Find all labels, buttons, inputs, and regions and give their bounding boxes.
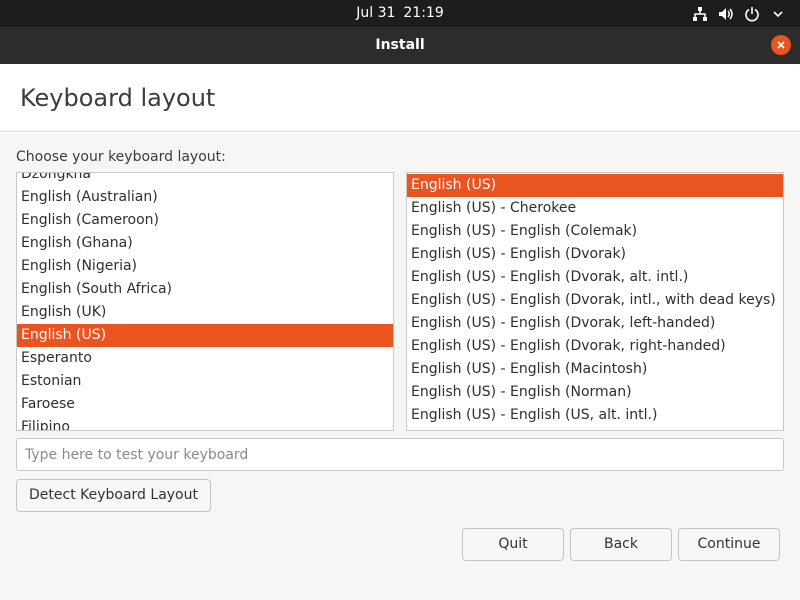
- volume-icon[interactable]: [718, 6, 734, 22]
- list-item[interactable]: English (US) - English (Dvorak, intl., w…: [407, 289, 783, 312]
- close-button[interactable]: [771, 35, 791, 55]
- layout-list[interactable]: Dzongkha English (Australian) English (Cam…: [16, 172, 394, 431]
- chevron-down-icon[interactable]: [770, 6, 786, 22]
- list-item[interactable]: Estonian: [17, 370, 393, 393]
- page-title: Keyboard layout: [20, 84, 216, 112]
- keyboard-test-input[interactable]: [16, 438, 784, 471]
- list-item[interactable]: English (US) - Cherokee: [407, 197, 783, 220]
- list-item[interactable]: English (US) - English (Dvorak, right-ha…: [407, 335, 783, 358]
- continue-button[interactable]: Continue: [678, 528, 780, 561]
- variant-list[interactable]: English (US) English (US) - Cherokee Engli…: [406, 172, 784, 431]
- power-icon[interactable]: [744, 6, 760, 22]
- system-tray[interactable]: [682, 0, 786, 27]
- list-item[interactable]: English (US) - English (Macintosh): [407, 358, 783, 381]
- layout-list-items: Dzongkha English (Australian) English (Cam…: [17, 173, 393, 430]
- variant-list-items: English (US) English (US) - Cherokee Engli…: [407, 174, 783, 427]
- list-item[interactable]: Esperanto: [17, 347, 393, 370]
- quit-button[interactable]: Quit: [462, 528, 564, 561]
- clock-date: Jul 31: [356, 5, 396, 21]
- choose-layout-label: Choose your keyboard layout:: [16, 149, 226, 165]
- network-icon[interactable]: [692, 6, 708, 22]
- list-item[interactable]: English (Nigeria): [17, 255, 393, 278]
- clock-time: 21:19: [403, 5, 444, 21]
- list-item[interactable]: English (Ghana): [17, 232, 393, 255]
- list-item[interactable]: English (US) - English (Dvorak, left-han…: [407, 312, 783, 335]
- list-item[interactable]: English (US) - English (Norman): [407, 381, 783, 404]
- list-item[interactable]: English (US) - English (US, alt. intl.): [407, 404, 783, 427]
- list-item[interactable]: English (US) - English (Colemak): [407, 220, 783, 243]
- window-title: Install: [375, 37, 425, 53]
- content-area: Choose your keyboard layout: Dzongkha Eng…: [0, 133, 800, 600]
- page-header: Keyboard layout: [0, 64, 800, 132]
- list-item[interactable]: English (UK): [17, 301, 393, 324]
- close-icon: [777, 41, 785, 49]
- list-item[interactable]: English (South Africa): [17, 278, 393, 301]
- clock[interactable]: Jul 31 21:19: [0, 0, 800, 27]
- top-bar: Jul 31 21:19: [0, 0, 800, 27]
- list-item[interactable]: English (US): [407, 174, 783, 197]
- list-item[interactable]: English (US) - English (Dvorak): [407, 243, 783, 266]
- list-item[interactable]: English (US): [17, 324, 393, 347]
- list-item[interactable]: English (Australian): [17, 186, 393, 209]
- window-titlebar: Install: [0, 27, 800, 64]
- list-item[interactable]: English (Cameroon): [17, 209, 393, 232]
- list-item[interactable]: English (US) - English (Dvorak, alt. int…: [407, 266, 783, 289]
- list-item[interactable]: Faroese: [17, 393, 393, 416]
- detect-layout-button[interactable]: Detect Keyboard Layout: [16, 479, 211, 512]
- list-item[interactable]: Filipino: [17, 416, 393, 430]
- list-item[interactable]: Dzongkha: [17, 173, 393, 186]
- back-button[interactable]: Back: [570, 528, 672, 561]
